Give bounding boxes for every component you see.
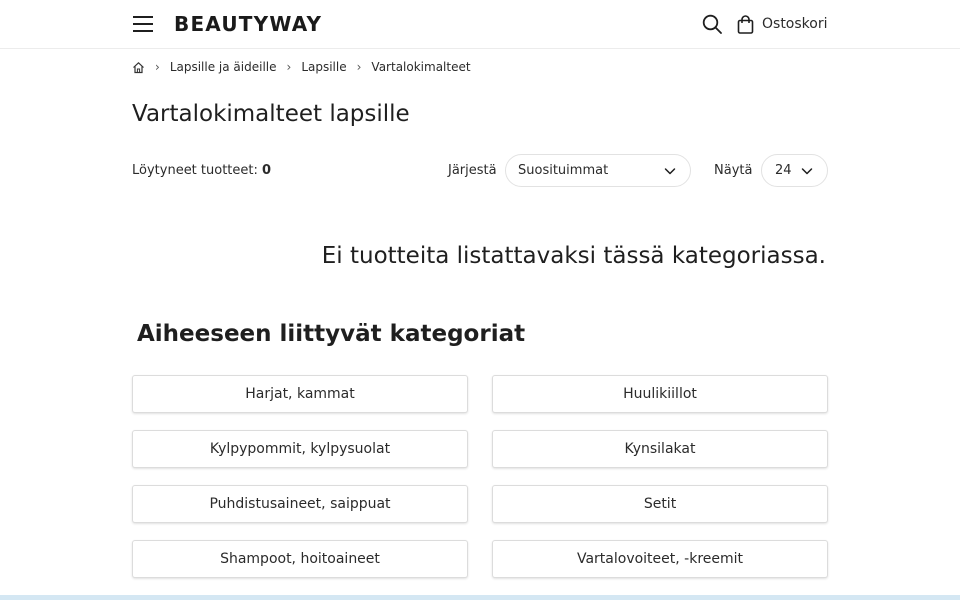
category-button[interactable]: Harjat, kammat [132, 375, 468, 413]
menu-button[interactable] [132, 14, 154, 34]
breadcrumb-item[interactable]: Lapsille ja äideille [170, 60, 277, 74]
shopping-bag-icon [737, 14, 754, 34]
sort-select[interactable]: Suosituimmat [505, 154, 691, 187]
found-label: Löytyneet tuotteet: [132, 163, 258, 178]
category-button[interactable]: Kylpypommit, kylpysuolat [132, 430, 468, 468]
search-button[interactable] [702, 14, 722, 34]
search-icon [702, 14, 722, 34]
found-count: 0 [262, 163, 272, 178]
top-bar: BEAUTYWAY Ostoskori [0, 0, 960, 49]
breadcrumb-separator: › [286, 60, 292, 74]
hamburger-menu-icon [133, 16, 153, 32]
category-button[interactable]: Shampoot, hoitoaineet [132, 540, 468, 578]
page-size-select[interactable]: 24 [761, 154, 828, 187]
breadcrumb-separator: › [356, 60, 362, 74]
related-categories-title: Aiheeseen liittyvät kategoriat [137, 321, 526, 347]
show-label: Näytä [714, 163, 753, 178]
empty-category-message: Ei tuotteita listattavaksi tässä kategor… [321, 243, 826, 269]
breadcrumb-item[interactable]: Lapsille [301, 60, 346, 74]
page-size-value: 24 [775, 163, 792, 178]
brand-logo[interactable]: BEAUTYWAY [174, 10, 322, 38]
breadcrumb: › Lapsille ja äideille › Lapsille › Vart… [132, 58, 471, 76]
page-title: Vartalokimalteet lapsille [132, 101, 410, 127]
sort-value: Suosituimmat [518, 163, 609, 178]
sort-label: Järjestä [448, 163, 497, 178]
chevron-down-icon [801, 168, 813, 175]
category-button[interactable]: Puhdistusaineet, saippuat [132, 485, 468, 523]
category-button[interactable]: Vartalovoiteet, -kreemit [492, 540, 828, 578]
breadcrumb-home[interactable] [132, 61, 145, 74]
category-button[interactable]: Setit [492, 485, 828, 523]
chevron-down-icon [664, 168, 676, 175]
breadcrumb-separator: › [155, 60, 160, 74]
bottom-banner-strip [0, 595, 960, 600]
category-button[interactable]: Kynsilakat [492, 430, 828, 468]
home-icon [133, 61, 144, 73]
cart-label: Ostoskori [762, 16, 828, 32]
cart-link[interactable]: Ostoskori [737, 13, 827, 35]
breadcrumb-current: Vartalokimalteet [371, 60, 471, 74]
category-button[interactable]: Huulikiillot [492, 375, 828, 413]
found-products: Löytyneet tuotteet: 0 [132, 162, 271, 180]
